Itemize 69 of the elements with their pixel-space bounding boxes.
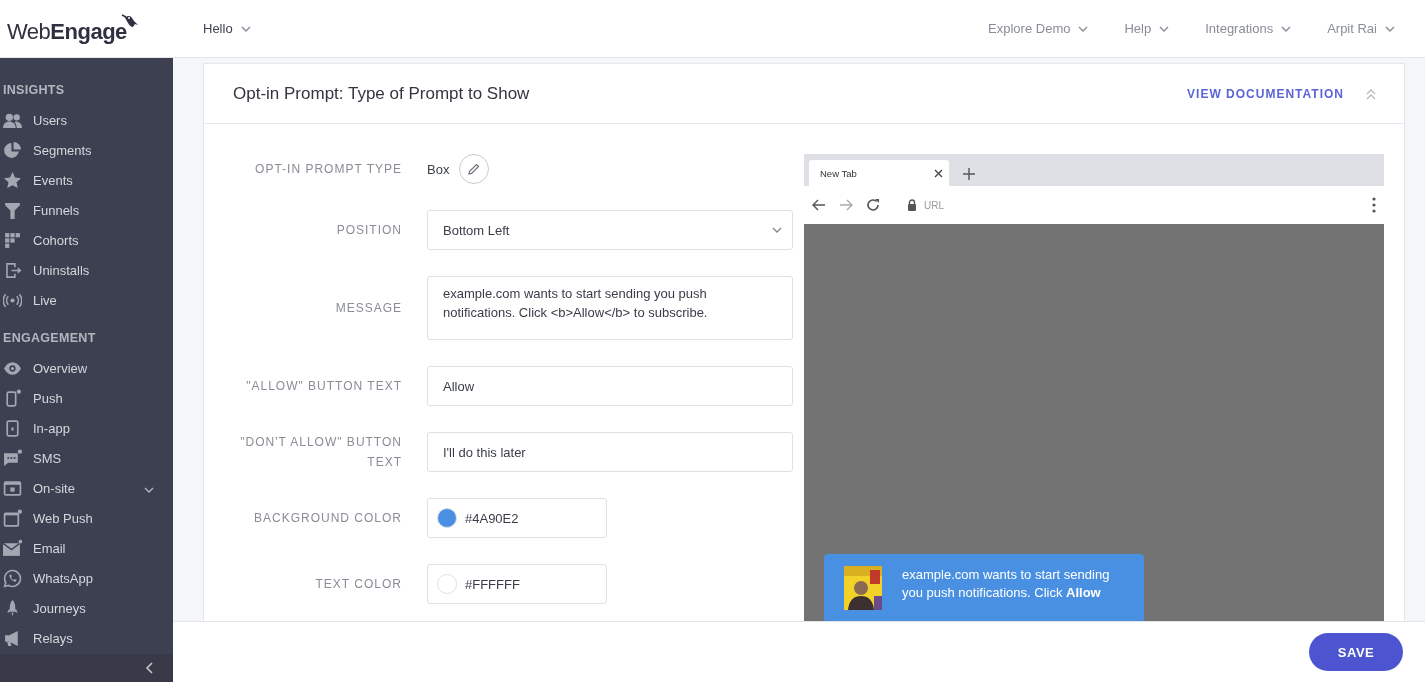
chat-bubble-icon: [3, 568, 22, 588]
sidebar-item[interactable]: Segments: [0, 135, 173, 165]
save-button[interactable]: SAVE: [1309, 633, 1403, 671]
grid-icon: [3, 230, 22, 250]
sidebar-item[interactable]: Relays: [0, 623, 173, 653]
sidebar-section-title: INSIGHTS: [2, 82, 66, 99]
position-dropdown[interactable]: Bottom Left: [427, 210, 793, 250]
window-icon: [3, 478, 22, 498]
back-arrow-icon[interactable]: [812, 199, 826, 211]
field-label: BACKGROUND COLOR: [252, 510, 402, 527]
sidebar-item[interactable]: WhatsApp: [0, 563, 173, 593]
phone-icon: [3, 388, 22, 408]
chevron-down-icon: [1281, 25, 1292, 32]
chevron-down-icon: [1078, 25, 1089, 32]
star-icon: [3, 170, 22, 190]
sidebar-item[interactable]: On-site: [0, 473, 173, 503]
notification-text: example.com wants to start sending you push notifications. Click Allow: [902, 566, 1111, 602]
field-label: "DON'T ALLOW" BUTTON TEXT: [239, 434, 402, 471]
chevron-down-icon: [144, 486, 154, 493]
browser-icon: [3, 508, 22, 528]
chevron-down-icon: [240, 25, 251, 32]
chevron-down-icon: [1385, 25, 1395, 32]
exit-icon: [3, 260, 22, 280]
reload-icon[interactable]: [866, 198, 880, 212]
field-label: "ALLOW" BUTTON TEXT: [245, 378, 402, 395]
color-field[interactable]: #4A90E2: [427, 498, 607, 538]
sidebar-item[interactable]: Uninstalls: [0, 255, 173, 285]
sidebar-item[interactable]: Overview: [0, 353, 173, 383]
card-title: Opt-in Prompt: Type of Prompt to Show: [233, 83, 530, 104]
field-label: OPT-IN PROMPT TYPE: [254, 161, 402, 178]
chat-icon: [3, 448, 22, 468]
sidebar-item[interactable]: Events: [0, 165, 173, 195]
field-label: TEXT COLOR: [314, 576, 402, 593]
pie-chart-icon: [3, 140, 22, 160]
browser-tab[interactable]: New Tab: [809, 160, 949, 186]
header-menu[interactable]: Arpit Rai: [1327, 21, 1395, 36]
field-label: POSITION: [335, 222, 402, 239]
sidebar-item[interactable]: Users: [0, 105, 173, 135]
sidebar-section-title: ENGAGEMENT: [2, 330, 97, 347]
sidebar-item[interactable]: Web Push: [0, 503, 173, 533]
sidebar-item[interactable]: Email: [0, 533, 173, 563]
prompt-type-value: Box: [427, 161, 450, 177]
pencil-icon: [468, 163, 481, 175]
sidebar-item[interactable]: Cohorts: [0, 225, 173, 255]
sidebar-item[interactable]: In-app: [0, 413, 173, 443]
lock-icon: [907, 199, 917, 211]
envelope-icon: [3, 538, 22, 558]
chevron-down-icon: [1159, 25, 1170, 32]
view-documentation-link[interactable]: VIEW DOCUMENTATION: [1187, 86, 1344, 101]
tablet-icon: [3, 418, 22, 438]
more-icon[interactable]: [1372, 197, 1376, 213]
sidebar-item[interactable]: SMS: [0, 443, 173, 473]
funnel-icon: [3, 200, 22, 220]
plus-icon[interactable]: [963, 168, 975, 180]
project-menu[interactable]: Hello: [203, 21, 251, 36]
sidebar-item[interactable]: Journeys: [0, 593, 173, 623]
sidebar-item[interactable]: Funnels: [0, 195, 173, 225]
collapse-sidebar-icon[interactable]: [145, 662, 153, 674]
text-field[interactable]: I'll do this later: [427, 432, 793, 472]
text-field[interactable]: Allow: [427, 366, 793, 406]
caret-icon: [772, 227, 782, 233]
sidebar-item[interactable]: Live: [0, 285, 173, 315]
sidebar-item[interactable]: Push: [0, 383, 173, 413]
color-field[interactable]: #FFFFFF: [427, 564, 607, 604]
close-icon[interactable]: [934, 168, 943, 178]
message-field[interactable]: example.com wants to start sending you push notifications. Click <b>Allow</b> to subscribe.: [427, 276, 793, 340]
edit-button[interactable]: [459, 154, 490, 184]
field-label: MESSAGE: [334, 300, 402, 317]
logo[interactable]: WebEngage: [7, 18, 127, 45]
